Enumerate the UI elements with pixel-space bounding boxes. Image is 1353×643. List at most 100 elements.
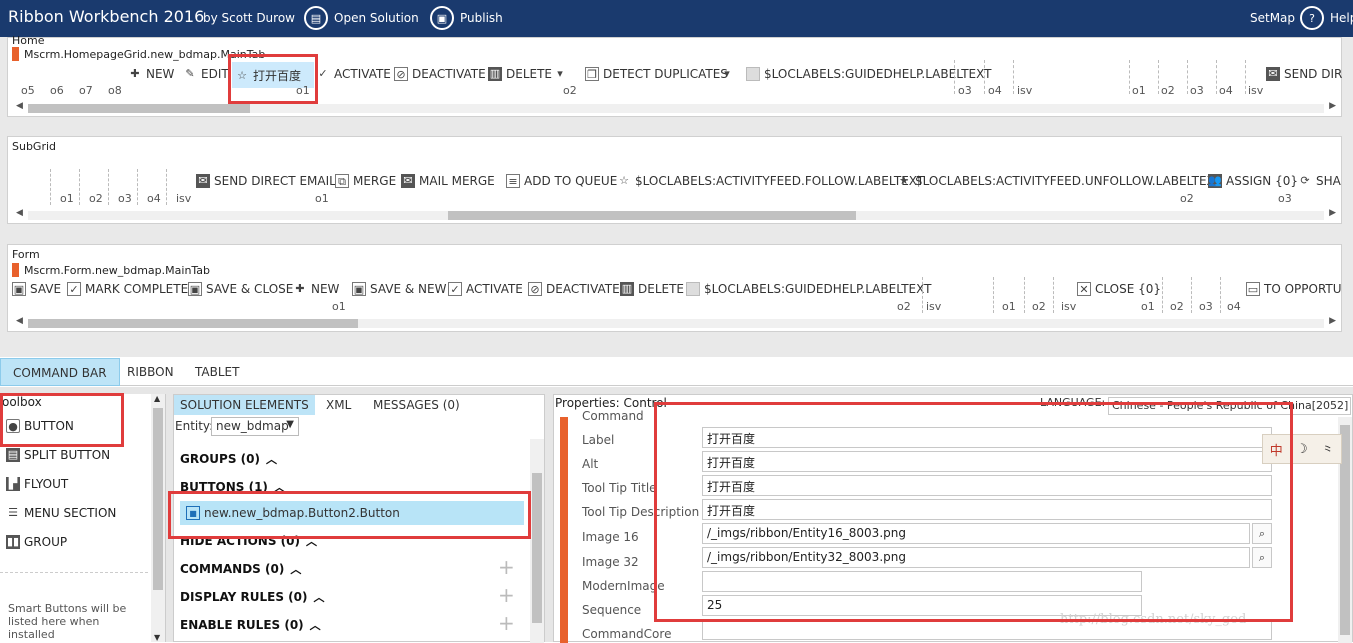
- merge-button[interactable]: ⧉ MERGE: [335, 174, 396, 188]
- tab-solution-elements[interactable]: SOLUTION ELEMENTS: [174, 395, 315, 415]
- tab-ribbon[interactable]: RIBBON: [115, 358, 186, 386]
- form-new-button[interactable]: ✚ NEW: [293, 282, 339, 296]
- form-guidedhelp-button[interactable]: $LOCLABELS:GUIDEDHELP.LABELTEXT: [686, 282, 931, 296]
- activate-button[interactable]: ✓ ACTIVATE: [316, 67, 391, 81]
- label-field[interactable]: 打开百度: [702, 427, 1272, 448]
- toolbox-group[interactable]: ▮▮ GROUP: [6, 535, 67, 549]
- add-to-queue-button[interactable]: ≡ ADD TO QUEUE: [506, 174, 617, 188]
- group-label: o4: [1227, 300, 1241, 313]
- toolbox-vscrollbar[interactable]: ▲ ▼: [151, 394, 165, 642]
- scroll-right-icon[interactable]: ▶: [1329, 316, 1336, 326]
- alt-field[interactable]: 打开百度: [702, 451, 1272, 472]
- tooltip-title-field[interactable]: 打开百度: [702, 475, 1272, 496]
- scroll-thumb[interactable]: [28, 104, 250, 113]
- scroll-thumb[interactable]: [448, 211, 856, 220]
- scroll-left-icon[interactable]: ◀: [16, 208, 23, 218]
- add-enable-rule-icon[interactable]: +: [498, 611, 515, 635]
- form-deactivate-button[interactable]: ⊘ DEACTIVATE: [528, 282, 620, 296]
- group-separator: [137, 169, 138, 205]
- share-button[interactable]: ⟳ SHA: [1298, 174, 1340, 188]
- detect-duplicates-button[interactable]: ❐ DETECT DUPLICATES: [585, 67, 728, 81]
- new-button[interactable]: ✚ NEW: [128, 67, 174, 81]
- scroll-right-icon[interactable]: ▶: [1329, 101, 1336, 111]
- mail-merge-button[interactable]: ✉ MAIL MERGE: [401, 174, 495, 188]
- custom-baidu-button[interactable]: ☆ 打开百度: [235, 67, 301, 84]
- home-hscrollbar[interactable]: ◀ ▶: [16, 101, 1336, 115]
- search-icon[interactable]: ⌕: [1252, 547, 1272, 568]
- form-delete-button[interactable]: ▥ DELETE: [620, 282, 684, 296]
- mark-complete-button[interactable]: ✓ MARK COMPLETE: [67, 282, 188, 296]
- display-rules-section[interactable]: DISPLAY RULES (0) ︿: [180, 589, 324, 605]
- save-button[interactable]: ▣ SAVE: [12, 282, 61, 296]
- ime-toolbar[interactable]: 中 ☽ ⺀: [1262, 434, 1342, 464]
- edit-button[interactable]: ✎ EDIT: [183, 67, 228, 81]
- language-select[interactable]: Chinese - People's Republic of China[205…: [1108, 397, 1351, 415]
- toolbox-button[interactable]: ● BUTTON: [6, 419, 74, 433]
- unfollow-button[interactable]: ★ $LOCLABELS:ACTIVITYFEED.UNFOLLOW.LABELT…: [897, 174, 1222, 188]
- tab-xml[interactable]: XML: [320, 395, 357, 415]
- search-icon[interactable]: ⌕: [1252, 523, 1272, 544]
- publish-button[interactable]: ▣ Publish: [430, 5, 503, 31]
- image16-field[interactable]: /_imgs/ribbon/Entity16_8003.png: [702, 523, 1250, 544]
- scroll-up-icon[interactable]: ▲: [154, 394, 160, 403]
- form-tab-name[interactable]: Mscrm.Form.new_bdmap.MainTab: [12, 263, 210, 277]
- hide-actions-section[interactable]: HIDE ACTIONS (0) ︿: [180, 533, 317, 549]
- entity-select[interactable]: new_bdmap ▼: [211, 417, 299, 436]
- form-hscrollbar[interactable]: ◀ ▶: [16, 316, 1336, 330]
- chevron-up-icon: ︿: [273, 481, 285, 494]
- assign-button[interactable]: 👥 ASSIGN {0}: [1208, 174, 1298, 188]
- tab-messages[interactable]: MESSAGES (0): [367, 395, 466, 415]
- scroll-thumb[interactable]: [28, 319, 358, 328]
- toolbox-menu-section[interactable]: ☰ MENU SECTION: [6, 506, 116, 520]
- group-separator: [954, 60, 955, 94]
- help-button[interactable]: ? Help: [1300, 5, 1353, 31]
- scroll-thumb[interactable]: [153, 408, 163, 590]
- home-tab-name[interactable]: Mscrm.HomepageGrid.new_bdmap.MainTab: [12, 47, 265, 61]
- close-button[interactable]: ✕ CLOSE {0}: [1077, 282, 1161, 296]
- group-label: o8: [108, 84, 122, 97]
- delete-button[interactable]: ▥ DELETE: [488, 67, 552, 81]
- subgrid-hscrollbar[interactable]: ◀ ▶: [16, 208, 1336, 222]
- menu-section-icon: ☰: [8, 506, 18, 519]
- enable-rules-section[interactable]: ENABLE RULES (0) ︿: [180, 617, 321, 633]
- save-close-button[interactable]: ▣ SAVE & CLOSE: [188, 282, 293, 296]
- groups-section[interactable]: GROUPS (0) ︿: [180, 451, 277, 467]
- open-solution-button[interactable]: ▤ Open Solution: [304, 5, 419, 31]
- chevron-up-icon: ︿: [265, 453, 277, 466]
- toolbox-split-button[interactable]: ▤ SPLIT BUTTON: [6, 448, 110, 462]
- send-direct-email-button[interactable]: ✉ SEND DIRECT EMAIL: [196, 174, 336, 188]
- deactivate-button[interactable]: ⊘ DEACTIVATE: [394, 67, 486, 81]
- to-opportunity-button[interactable]: ▭ TO OPPORTU: [1246, 282, 1342, 296]
- button-list-item[interactable]: ■ new.new_bdmap.Button2.Button: [180, 501, 524, 525]
- tab-command-bar[interactable]: COMMAND BAR: [0, 358, 120, 386]
- form-activate-button[interactable]: ✓ ACTIVATE: [448, 282, 523, 296]
- detect-dropdown[interactable]: ▾: [720, 67, 738, 81]
- commands-section[interactable]: COMMANDS (0) ︿: [180, 561, 301, 577]
- add-command-icon[interactable]: +: [498, 555, 515, 579]
- scroll-left-icon[interactable]: ◀: [16, 101, 23, 111]
- modern-image-field[interactable]: [702, 571, 1142, 592]
- scroll-left-icon[interactable]: ◀: [16, 316, 23, 326]
- moon-icon[interactable]: ☽: [1296, 442, 1308, 457]
- properties-accent-bar: [560, 417, 568, 643]
- setmap-button[interactable]: SetMap: [1250, 5, 1295, 31]
- chevron-up-icon: ︿: [305, 535, 317, 548]
- share-icon: ⟳: [1300, 174, 1310, 187]
- scroll-thumb[interactable]: [532, 473, 542, 623]
- buttons-section[interactable]: BUTTONS (1) ︿: [180, 479, 285, 495]
- punctuation-icon[interactable]: ⺀: [1321, 440, 1334, 459]
- save-new-button[interactable]: ▣ SAVE & NEW: [352, 282, 446, 296]
- toolbox-flyout[interactable]: ▛ FLYOUT: [6, 477, 68, 491]
- button-icon: ■: [186, 506, 200, 520]
- delete-dropdown[interactable]: ▾: [553, 67, 571, 81]
- solution-vscrollbar[interactable]: [530, 439, 544, 643]
- scroll-right-icon[interactable]: ▶: [1329, 208, 1336, 218]
- scroll-down-icon[interactable]: ▼: [154, 633, 160, 642]
- tooltip-desc-field[interactable]: 打开百度: [702, 499, 1272, 520]
- send-direct-button[interactable]: ✉ SEND DIR: [1266, 67, 1342, 81]
- image32-field[interactable]: /_imgs/ribbon/Entity32_8003.png: [702, 547, 1250, 568]
- ime-mode-icon[interactable]: 中: [1270, 440, 1283, 459]
- follow-button[interactable]: ☆ $LOCLABELS:ACTIVITYFEED.FOLLOW.LABELTEX…: [617, 174, 924, 188]
- add-display-rule-icon[interactable]: +: [498, 583, 515, 607]
- tab-tablet[interactable]: TABLET: [183, 358, 251, 386]
